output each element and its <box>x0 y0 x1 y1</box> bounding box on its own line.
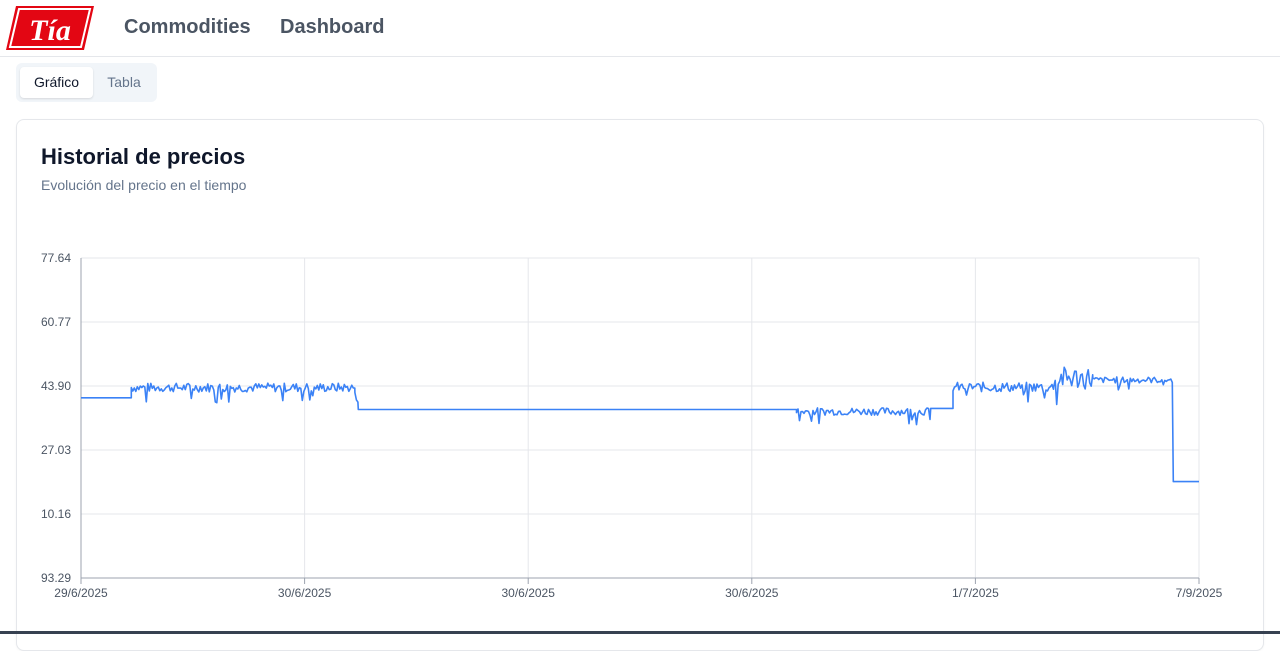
y-tick-label: 60.77 <box>41 315 71 329</box>
y-tick-label: 27.03 <box>41 443 71 457</box>
y-tick-label: 77.64 <box>41 251 71 265</box>
x-tick-label: 30/6/2025 <box>278 586 332 600</box>
y-tick-label: 93.29 <box>41 571 71 585</box>
x-tick-label: 30/6/2025 <box>502 586 556 600</box>
x-tick-label: 29/6/2025 <box>54 586 108 600</box>
y-tick-label: 10.16 <box>41 507 71 521</box>
y-tick-label: 43.90 <box>41 379 71 393</box>
price-line-chart: 93.29 10.16 27.03 43.90 60.77 77.64 29/6/2025 3… <box>41 251 1223 600</box>
x-tick-label: 30/6/2025 <box>725 586 779 600</box>
x-tick-label: 1/7/2025 <box>952 586 999 600</box>
price-series-line <box>81 366 1199 483</box>
x-tick-label: 7/9/2025 <box>1176 586 1223 600</box>
